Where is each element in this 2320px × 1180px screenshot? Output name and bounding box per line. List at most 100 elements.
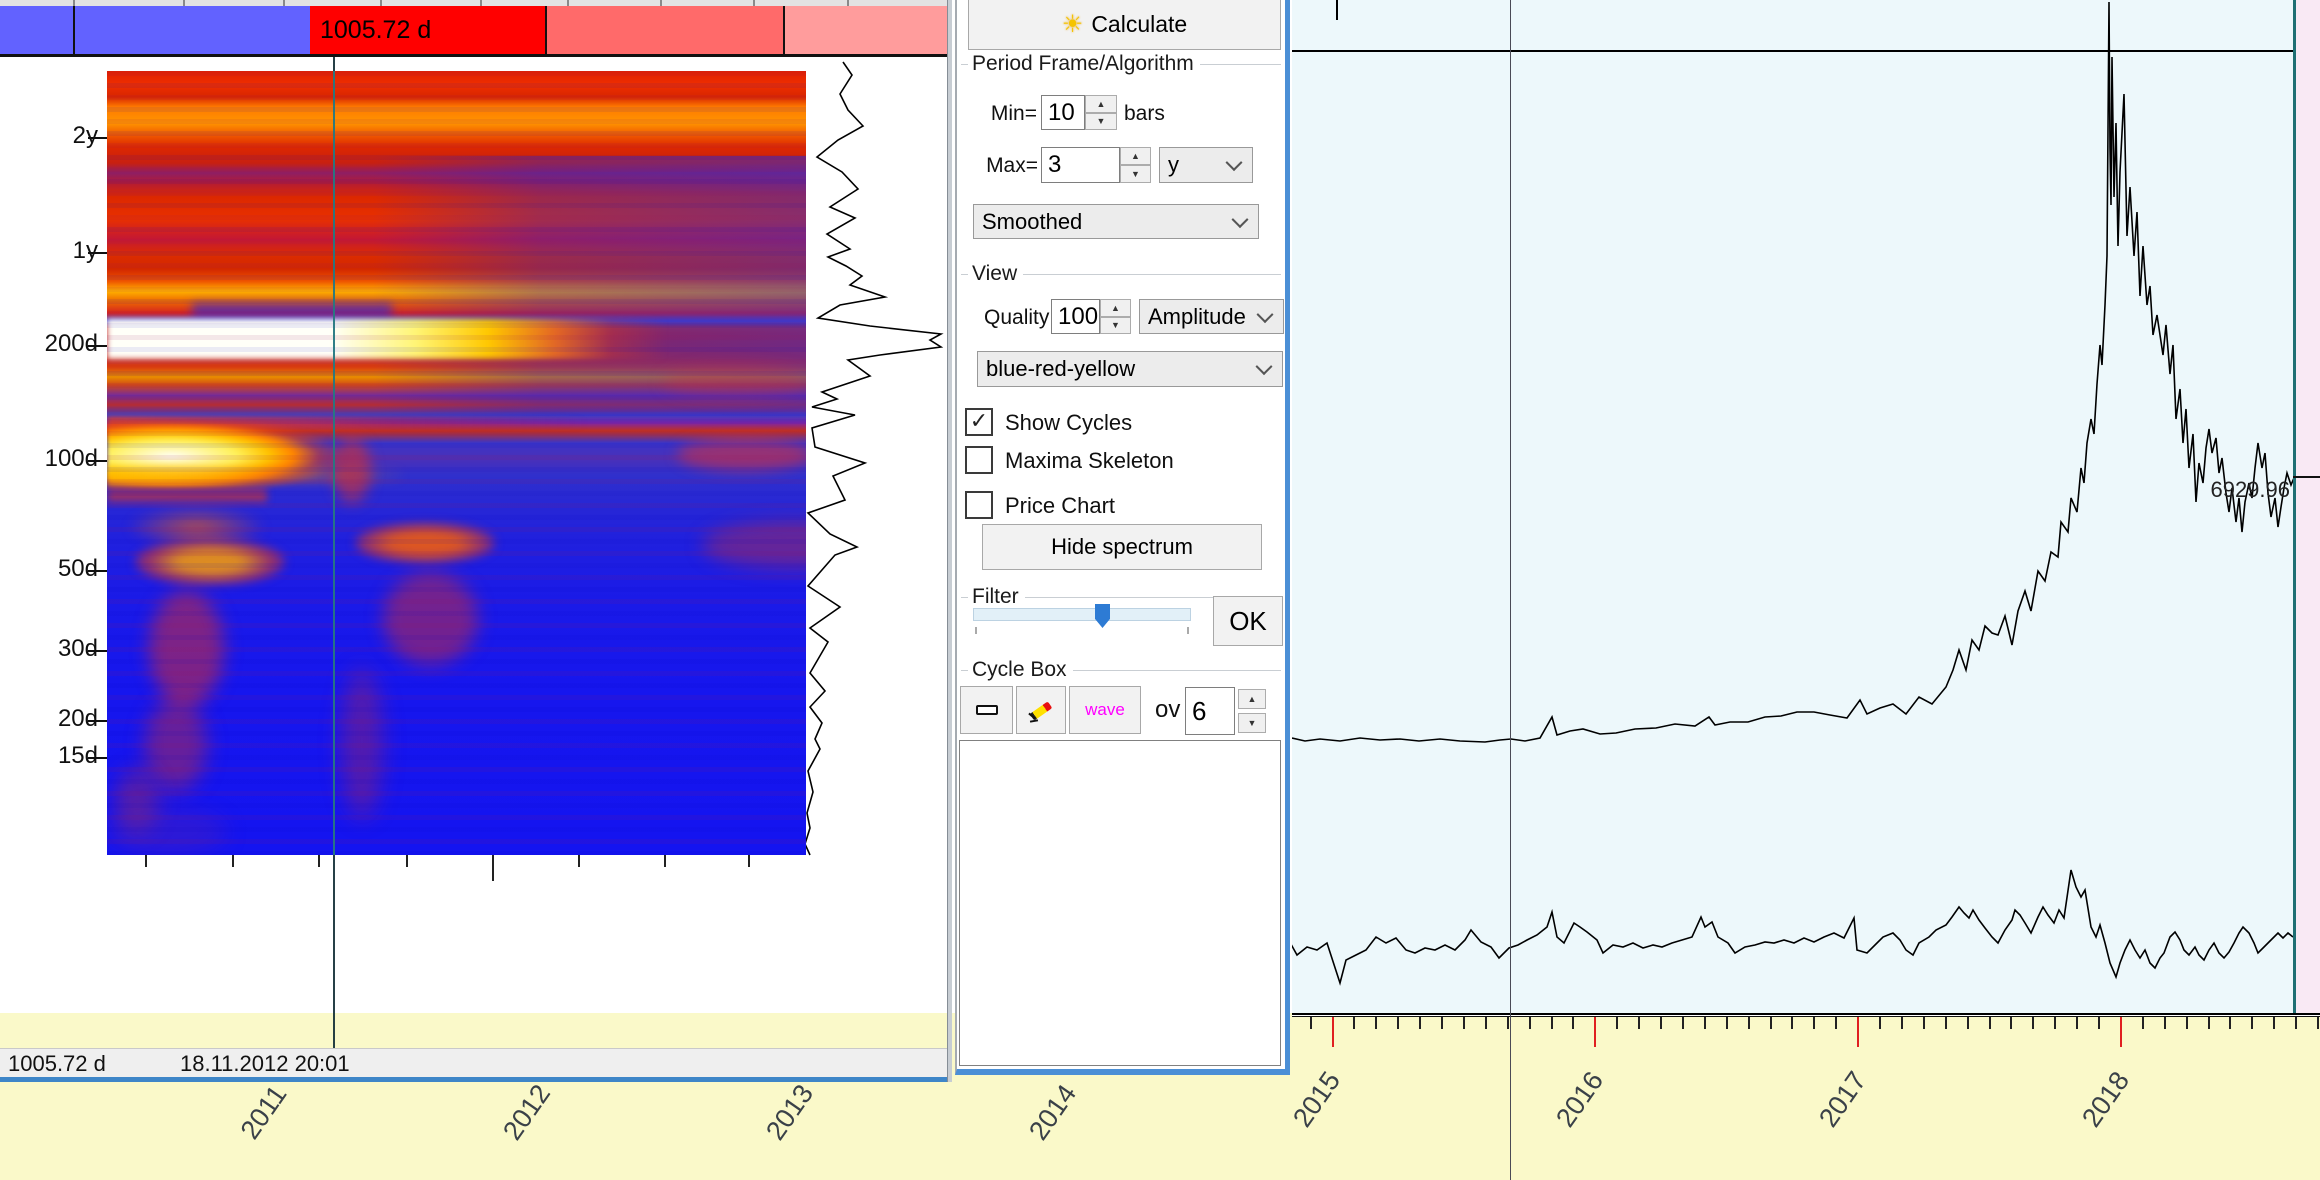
month-tick [1441,1017,1443,1029]
chevron-down-icon [1256,358,1273,375]
checkbox-icon[interactable] [965,491,993,519]
palette-value: blue-red-yellow [986,356,1135,382]
month-tick [1353,1017,1355,1029]
month-tick [2164,1017,2166,1029]
slider-end-tick [1187,627,1189,634]
current-price-marker-line [2293,476,2320,478]
spectrogram-time-tick [232,855,234,867]
price-chart-panel[interactable]: 6929.96 [1292,0,2320,1013]
spinner-up-icon[interactable]: ▲ [1238,689,1266,709]
month-tick [1989,1017,1991,1029]
wave-button[interactable]: wave [1069,686,1141,734]
max-period-stepper[interactable]: ▲ ▼ [1120,147,1151,183]
checkbox-label: Show Cycles [1005,410,1132,436]
spectrogram-time-tick [578,855,580,867]
month-tick [1529,1017,1531,1029]
month-tick [1638,1017,1640,1029]
month-tick [1616,1017,1618,1029]
period-axis-label: 15d [0,742,98,770]
checkbox-icon[interactable]: ✓ [965,408,993,436]
year-label: 2017 [1799,1046,1887,1154]
year-tick [2120,1017,2122,1047]
max-unit-value: y [1168,152,1179,178]
overtones-label: ov [1155,696,1180,724]
month-tick [1463,1017,1465,1029]
cycle-color-bar[interactable]: 1005.72 d [0,6,947,54]
filter-ok-button[interactable]: OK [1213,596,1283,646]
cycle-period-label: 1005.72 d [310,16,431,44]
erase-cycles-button[interactable] [1016,686,1066,734]
month-tick [1813,1017,1815,1029]
overtones-field[interactable]: 6 [1185,687,1235,735]
month-tick [1419,1017,1421,1029]
spinner-down-icon[interactable]: ▼ [1100,317,1131,335]
period-axis-tick [88,345,107,347]
month-tick [1397,1017,1399,1029]
overtones-stepper[interactable]: ▲ ▼ [1238,689,1266,733]
month-tick [1901,1017,1903,1029]
group-title: Cycle Box [972,658,1067,682]
palette-dropdown[interactable]: blue-red-yellow [977,351,1283,387]
calculate-button-label: Calculate [1091,11,1187,38]
chart-vertical-gridline [1510,0,1511,1180]
month-tick [2208,1017,2210,1029]
spinner-down-icon[interactable]: ▼ [1120,165,1151,183]
filter-slider-thumb[interactable] [1095,604,1110,628]
month-tick [1485,1017,1487,1029]
period-axis-tick [88,137,107,139]
group-title: Period Frame/Algorithm [972,52,1194,76]
price-scale-strip [2296,0,2320,1013]
hide-spectrum-button[interactable]: Hide spectrum [982,524,1262,570]
month-tick [1835,1017,1837,1029]
status-datetime-value: 18.11.2012 20:01 [180,1051,350,1077]
month-tick [1572,1017,1574,1029]
checkbox-icon[interactable] [965,446,993,474]
month-tick [2251,1017,2253,1029]
cycle-listbox[interactable] [959,740,1281,1066]
algorithm-dropdown[interactable]: Smoothed [973,204,1259,239]
max-unit-dropdown[interactable]: y [1159,147,1253,183]
month-tick [1310,1017,1312,1029]
year-tick [1857,1017,1859,1047]
quality-stepper[interactable]: ▲ ▼ [1100,299,1131,334]
period-axis-label: 2y [0,122,98,150]
spinner-down-icon[interactable]: ▼ [1238,713,1266,733]
status-period-value: 1005.72 d [8,1051,106,1077]
eraser-icon [1028,697,1054,723]
year-tick [1594,1017,1596,1047]
remove-cycle-button[interactable] [960,686,1013,734]
period-axis-tick [88,460,107,462]
spectrogram-time-tick [406,855,408,867]
min-bars-field[interactable]: 10 [1041,95,1085,130]
color-bar-underline [0,54,947,57]
panel-bottom-border [0,1077,948,1082]
period-axis-tick [88,650,107,652]
calculate-button[interactable]: ☀ Calculate [968,0,1281,50]
spinner-up-icon[interactable]: ▲ [1085,95,1117,113]
group-period-frame: Period Frame/Algorithm [961,52,1281,76]
chevron-down-icon [1232,211,1249,228]
spinner-down-icon[interactable]: ▼ [1085,113,1117,131]
month-tick [1682,1017,1684,1029]
chevron-down-icon [1226,154,1243,171]
month-tick [2186,1017,2188,1029]
checkbox-label: Maxima Skeleton [1005,448,1174,474]
quality-field[interactable]: 100 [1051,299,1100,334]
spinner-up-icon[interactable]: ▲ [1100,299,1131,317]
spectrogram-heatmap[interactable] [107,71,806,855]
price-and-oscillator-curves [1292,0,2320,1013]
min-bars-stepper[interactable]: ▲ ▼ [1085,95,1117,130]
month-tick [1791,1017,1793,1029]
filter-slider-track[interactable] [973,608,1191,621]
max-period-field[interactable]: 3 [1041,147,1120,183]
cycle-bar-segment [73,6,310,54]
month-tick [1770,1017,1772,1029]
year-label: 2018 [2062,1046,2150,1154]
month-tick [2098,1017,2100,1029]
display-mode-dropdown[interactable]: Amplitude [1139,299,1284,334]
month-tick [2295,1017,2297,1029]
group-view: View [961,262,1281,286]
spinner-up-icon[interactable]: ▲ [1120,147,1151,165]
panel-right-border [947,0,952,1082]
period-axis-label: 200d [0,330,98,358]
